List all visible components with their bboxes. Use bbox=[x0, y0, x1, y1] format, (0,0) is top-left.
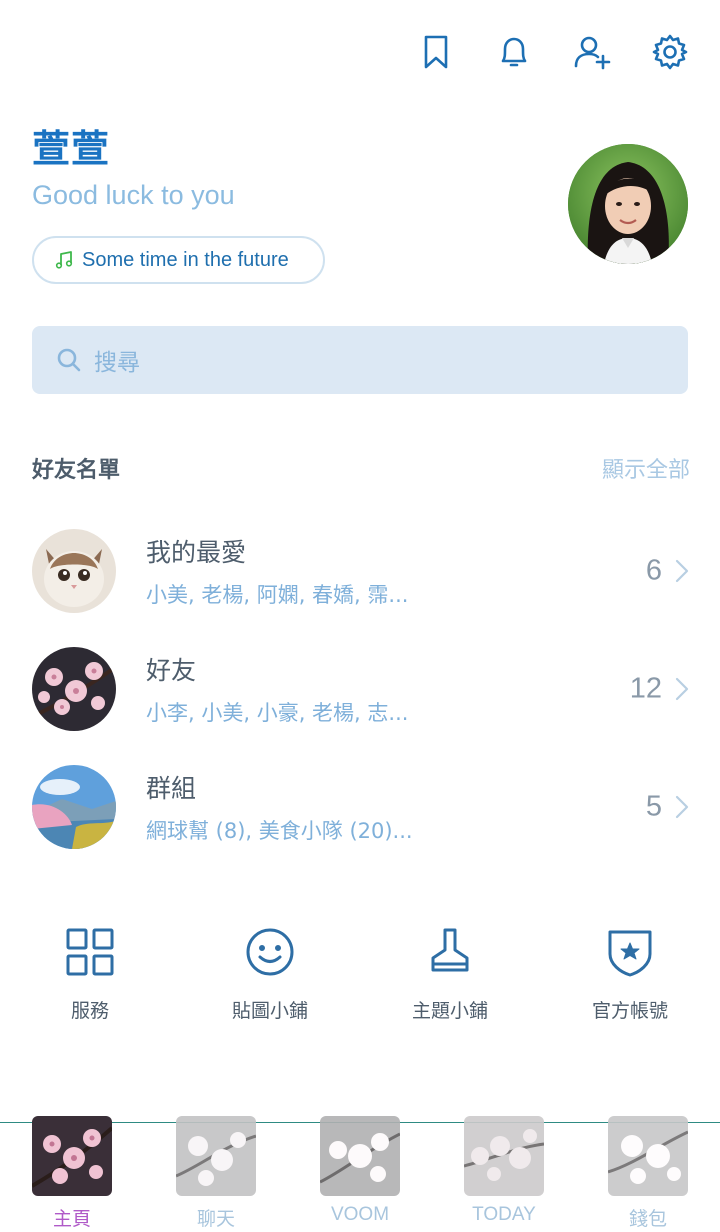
search-placeholder: 搜尋 bbox=[94, 350, 140, 376]
list-item-friends[interactable]: 好友 小李, 小美, 小豪, 老楊, 志... 12 bbox=[32, 630, 690, 748]
list-item-title: 群組 bbox=[146, 774, 197, 803]
brush-icon bbox=[431, 928, 469, 972]
search-bar[interactable]: 搜尋 bbox=[32, 326, 688, 394]
landscape-thumbnail bbox=[32, 765, 116, 849]
list-item-title: 我的最愛 bbox=[146, 538, 247, 567]
list-item-subtitle: 小李, 小美, 小豪, 老楊, 志... bbox=[146, 701, 409, 725]
home-tab-image bbox=[32, 1116, 112, 1196]
gear-icon[interactable] bbox=[648, 30, 692, 74]
list-item-count: 12 bbox=[629, 672, 662, 705]
service-label: 官方帳號 bbox=[591, 1000, 668, 1022]
list-item-count: 6 bbox=[645, 554, 662, 587]
search-icon bbox=[57, 348, 81, 372]
music-title: Some time in the future bbox=[82, 248, 289, 271]
service-item-sticker-shop[interactable]: 貼圖小鋪 bbox=[180, 924, 360, 1023]
wallet-tab-image bbox=[608, 1116, 688, 1196]
cherry-blossom-thumbnail bbox=[32, 647, 116, 731]
list-item-groups[interactable]: 群組 網球幫 (8), 美食小隊 (20)... 5 bbox=[32, 748, 690, 866]
list-item-title: 好友 bbox=[146, 656, 197, 685]
chevron-right-icon bbox=[674, 794, 690, 820]
tab-chats[interactable]: 聊天 bbox=[144, 1116, 288, 1231]
voom-tab-image bbox=[320, 1116, 400, 1196]
music-note-icon bbox=[55, 251, 73, 269]
services-row: 服務 貼圖小鋪 主題小鋪 官方帳號 bbox=[0, 924, 720, 1023]
service-item-official-accounts[interactable]: 官方帳號 bbox=[540, 924, 720, 1023]
chevron-right-icon bbox=[674, 676, 690, 702]
grid-icon bbox=[66, 928, 114, 976]
today-tab-image bbox=[464, 1116, 544, 1196]
tab-today[interactable]: TODAY bbox=[432, 1116, 576, 1231]
tab-wallet[interactable]: 錢包 bbox=[576, 1116, 720, 1231]
tab-label: 聊天 bbox=[196, 1209, 235, 1230]
friends-list: 我的最愛 小美, 老楊, 阿嫻, 春嬌, 霈... 6 好友 小李, 小美, 小… bbox=[32, 512, 690, 866]
shield-star-icon bbox=[608, 930, 652, 977]
profile-avatar[interactable] bbox=[568, 144, 688, 264]
bottom-nav: 主頁 聊天 VOOM TODAY 錢包 bbox=[0, 1116, 720, 1231]
service-item-services[interactable]: 服務 bbox=[0, 924, 180, 1023]
tab-label: 錢包 bbox=[628, 1209, 667, 1230]
friends-section-header: 好友名單 顯示全部 bbox=[32, 452, 690, 484]
smiley-icon bbox=[246, 928, 294, 976]
show-all-link[interactable]: 顯示全部 bbox=[602, 452, 690, 484]
tab-home[interactable]: 主頁 bbox=[0, 1116, 144, 1231]
service-label: 服務 bbox=[70, 1000, 109, 1022]
chevron-right-icon bbox=[674, 558, 690, 584]
cat-thumbnail bbox=[32, 529, 116, 613]
top-toolbar bbox=[414, 30, 692, 74]
profile-music-button[interactable]: Some time in the future bbox=[32, 236, 325, 284]
bell-icon[interactable] bbox=[492, 30, 536, 74]
add-friend-icon[interactable] bbox=[570, 30, 614, 74]
tab-label: 主頁 bbox=[52, 1208, 91, 1230]
service-label: 主題小鋪 bbox=[411, 1000, 488, 1022]
tab-label: TODAY bbox=[472, 1204, 536, 1225]
status-message[interactable]: Good luck to you bbox=[32, 180, 235, 211]
service-item-theme-shop[interactable]: 主題小鋪 bbox=[360, 924, 540, 1023]
list-item-count: 5 bbox=[645, 790, 662, 823]
list-item-favorites[interactable]: 我的最愛 小美, 老楊, 阿嫻, 春嬌, 霈... 6 bbox=[32, 512, 690, 630]
chats-tab-image bbox=[176, 1116, 256, 1196]
profile-name[interactable]: 萱萱 bbox=[32, 118, 110, 173]
tab-voom[interactable]: VOOM bbox=[288, 1116, 432, 1231]
tab-label: VOOM bbox=[330, 1204, 390, 1225]
list-item-subtitle: 小美, 老楊, 阿嫻, 春嬌, 霈... bbox=[146, 583, 409, 607]
service-label: 貼圖小鋪 bbox=[231, 1000, 308, 1022]
list-item-subtitle: 網球幫 (8), 美食小隊 (20)... bbox=[146, 819, 413, 843]
bookmark-icon[interactable] bbox=[414, 30, 458, 74]
friends-section-title: 好友名單 bbox=[32, 458, 121, 483]
